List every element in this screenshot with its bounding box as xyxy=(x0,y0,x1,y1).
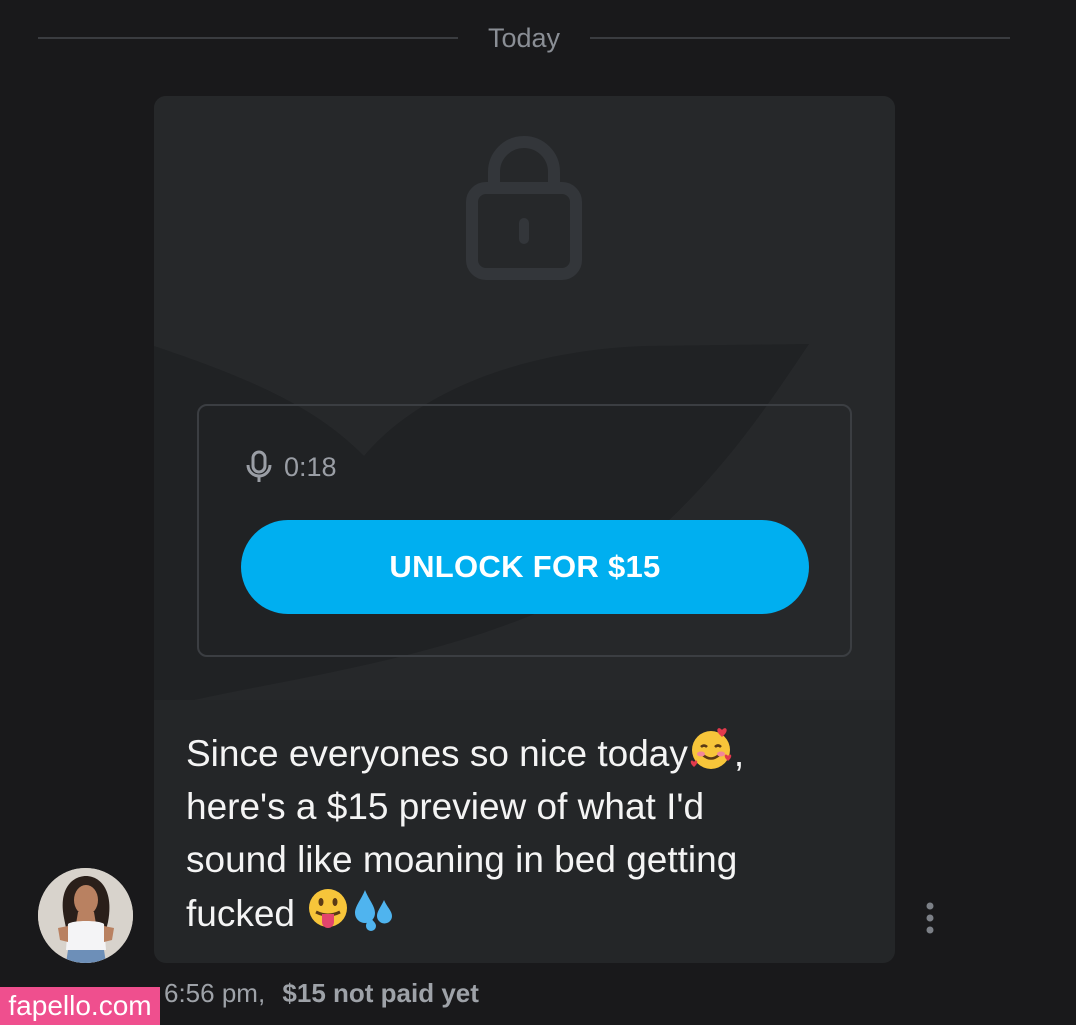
locked-audio-card: 0:18 UNLOCK FOR $15 xyxy=(197,404,852,657)
more-vertical-icon[interactable] xyxy=(918,898,942,938)
avatar[interactable] xyxy=(38,868,133,963)
message-time: 6:56 pm, xyxy=(164,978,266,1008)
smiling-hearts-emoji xyxy=(690,728,732,769)
message-line-3: sound like moaning in bed getting xyxy=(186,839,738,880)
audio-duration-text: 0:18 xyxy=(284,451,337,482)
message-text: Since everyones so nice today , here's a… xyxy=(186,726,866,940)
audio-duration: 0:18 xyxy=(244,450,337,484)
locked-media[interactable]: 0:18 UNLOCK FOR $15 xyxy=(154,96,895,700)
date-divider: Today xyxy=(38,18,1010,58)
message-bubble: 0:18 UNLOCK FOR $15 Since everyones so n… xyxy=(154,96,895,963)
price-status: $15 not paid yet xyxy=(282,978,479,1008)
avatar-image xyxy=(38,868,133,963)
divider-line-right xyxy=(590,37,1010,39)
message-line-2: here's a $15 preview of what I'd xyxy=(186,786,705,827)
message-line-1-suffix: , xyxy=(733,733,745,774)
message-line-1: Since everyones so nice today , xyxy=(186,726,866,780)
unlock-button[interactable]: UNLOCK FOR $15 xyxy=(241,520,809,614)
date-divider-label: Today xyxy=(487,22,561,53)
microphone-icon xyxy=(246,450,272,482)
message-line-4: fucked xyxy=(186,886,866,940)
watermark: fapello.com xyxy=(0,987,160,1025)
message-line-4-text: fucked xyxy=(186,893,306,934)
sweat-droplets-emoji xyxy=(355,890,393,931)
message-line-1-text: Since everyones so nice today xyxy=(186,733,688,774)
message-meta: 6:56 pm, $15 not paid yet xyxy=(164,978,479,1009)
divider-line-left xyxy=(38,37,458,39)
lock-icon xyxy=(466,136,582,280)
tongue-emoji xyxy=(309,889,348,928)
